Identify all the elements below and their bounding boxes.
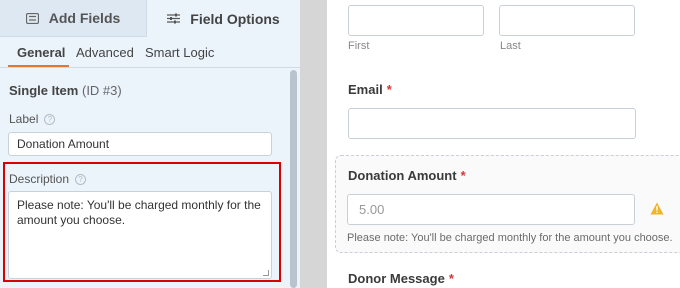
description-option-label: Description	[9, 172, 70, 186]
donation-amount-input[interactable]: 5.00	[347, 194, 635, 225]
required-marker: *	[386, 82, 392, 97]
required-marker: *	[460, 168, 466, 183]
label-input[interactable]	[8, 132, 272, 156]
tab-field-options[interactable]: Field Options	[147, 0, 300, 37]
field-id: (ID #3)	[81, 83, 122, 98]
donation-field-label: Donation Amount *	[348, 168, 466, 183]
field-type-name: Single Item	[9, 83, 79, 98]
email-input[interactable]	[348, 108, 636, 139]
label-option-heading: Label?	[9, 112, 56, 126]
tab-add-fields[interactable]: Add Fields	[0, 0, 147, 37]
options-subtabs: General Advanced Smart Logic	[0, 37, 300, 68]
field-options-panel: Add Fields Field Options General Advance…	[0, 0, 300, 288]
help-circle-icon[interactable]: ?	[44, 114, 56, 125]
subtab-general[interactable]: General	[17, 45, 65, 60]
warning-icon[interactable]	[650, 202, 664, 215]
description-textarea-text: Please note: You'll be charged monthly f…	[17, 198, 261, 227]
email-label-text: Email	[348, 82, 383, 97]
last-name-sublabel: Last	[500, 40, 521, 52]
form-preview: First Last Email * Donation Amount * 5.00 …	[327, 0, 680, 288]
description-option-heading: Description?	[9, 172, 87, 186]
first-name-input[interactable]	[348, 5, 484, 36]
list-icon	[25, 12, 39, 24]
tab-add-fields-label: Add Fields	[48, 10, 121, 26]
last-name-input[interactable]	[499, 5, 635, 36]
donor-message-label-text: Donor Message	[348, 271, 445, 286]
first-name-sublabel: First	[348, 40, 370, 52]
email-field-label: Email *	[348, 82, 392, 97]
panel-divider	[300, 0, 327, 288]
label-option-label: Label	[9, 112, 39, 126]
panel-scrollbar[interactable]	[290, 70, 297, 288]
donation-label-text: Donation Amount	[348, 168, 457, 183]
help-circle-icon[interactable]: ?	[75, 174, 87, 185]
subtab-smart-logic[interactable]: Smart Logic	[145, 45, 214, 60]
donation-description: Please note: You'll be charged monthly f…	[347, 232, 673, 244]
donor-message-field-label: Donor Message *	[348, 271, 454, 286]
subtab-advanced[interactable]: Advanced	[76, 45, 134, 60]
tab-field-options-label: Field Options	[190, 10, 280, 27]
description-textarea[interactable]: Please note: You'll be charged monthly f…	[8, 191, 272, 279]
active-subtab-indicator	[8, 65, 69, 67]
sliders-icon	[167, 13, 181, 24]
field-heading: Single Item (ID #3)	[9, 83, 122, 98]
required-marker: *	[448, 271, 454, 286]
panel-tabs: Add Fields Field Options	[0, 0, 300, 37]
resize-handle-icon[interactable]	[263, 270, 269, 276]
